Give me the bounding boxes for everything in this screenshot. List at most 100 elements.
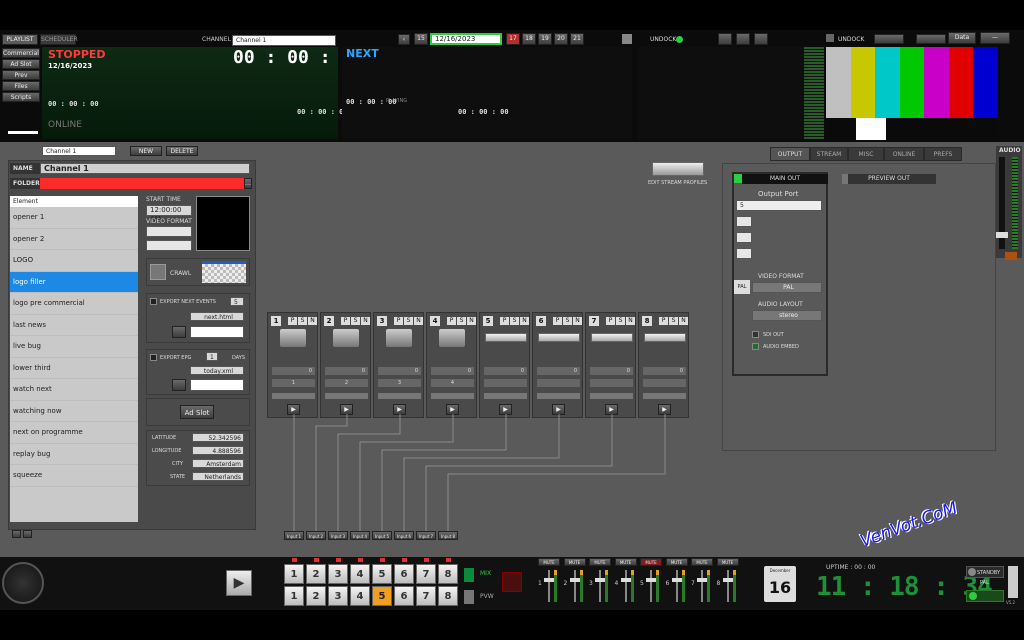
day-button[interactable]: 17 bbox=[506, 33, 520, 45]
list-item[interactable]: opener 1 bbox=[10, 207, 138, 229]
tab-scheduler[interactable]: SCHEDULER bbox=[40, 34, 78, 45]
input-label[interactable]: Input 7 bbox=[416, 531, 436, 540]
slot-pin-button[interactable]: P bbox=[447, 317, 456, 325]
slot-pin-button[interactable]: P bbox=[288, 317, 297, 325]
slot-pin-button[interactable]: N bbox=[361, 317, 370, 325]
program-key[interactable]: 6 bbox=[394, 564, 414, 584]
tab-online[interactable]: ONLINE bbox=[884, 147, 924, 161]
slot-select[interactable] bbox=[378, 393, 421, 399]
program-key[interactable]: 2 bbox=[306, 564, 326, 584]
slot-value[interactable]: 0 bbox=[590, 367, 633, 375]
toggle-button[interactable] bbox=[874, 34, 904, 44]
slot-value[interactable] bbox=[643, 379, 686, 387]
slot-pin-button[interactable]: N bbox=[308, 317, 317, 325]
slot-value[interactable]: 0 bbox=[272, 367, 315, 375]
mute-button[interactable]: MUTE bbox=[563, 558, 586, 566]
ad-slot-button[interactable]: Ad Slot bbox=[180, 405, 214, 419]
fader-handle[interactable] bbox=[671, 578, 682, 582]
mute-button[interactable]: MUTE bbox=[665, 558, 688, 566]
server-icon[interactable] bbox=[652, 162, 704, 176]
preview-key[interactable]: 1 bbox=[284, 586, 304, 606]
input-label[interactable]: Input 2 bbox=[306, 531, 326, 540]
tab-prefs[interactable]: PREFS bbox=[924, 147, 962, 161]
slot-value[interactable] bbox=[484, 379, 527, 387]
sdi-out-checkbox[interactable] bbox=[752, 331, 759, 338]
undock-label-2[interactable]: UNDOCK bbox=[838, 36, 864, 43]
preview-key[interactable]: 8 bbox=[438, 586, 458, 606]
program-key[interactable]: 3 bbox=[328, 564, 348, 584]
folder-browse-button[interactable]: … bbox=[244, 178, 252, 189]
slot-pin-button[interactable]: S bbox=[510, 317, 519, 325]
tab-output[interactable]: OUTPUT bbox=[770, 147, 810, 161]
list-item[interactable]: live bug bbox=[10, 336, 138, 358]
slot-pin-button[interactable]: P bbox=[659, 317, 668, 325]
mute-button[interactable]: MUTE bbox=[589, 558, 611, 566]
preview-key[interactable]: 2 bbox=[306, 586, 326, 606]
minimize-icon[interactable]: — bbox=[980, 32, 1010, 44]
program-key[interactable]: 1 bbox=[284, 564, 304, 584]
fader-handle[interactable] bbox=[595, 578, 605, 582]
slot-pin-button[interactable]: S bbox=[563, 317, 572, 325]
day-button[interactable]: 15 bbox=[414, 33, 428, 45]
fader-handle[interactable] bbox=[697, 578, 707, 582]
toggle-button[interactable] bbox=[916, 34, 946, 44]
menu-item[interactable]: Scripts bbox=[2, 92, 40, 102]
port-option-select[interactable] bbox=[736, 248, 752, 259]
tab-playlist[interactable]: PLAYLIST bbox=[2, 34, 38, 45]
video-format-select[interactable] bbox=[146, 226, 192, 237]
mute-button[interactable]: MUTE bbox=[691, 558, 713, 566]
video-format-select-2[interactable] bbox=[146, 240, 192, 251]
play-button[interactable]: ▶ bbox=[226, 570, 252, 596]
slot-pin-button[interactable]: N bbox=[467, 317, 476, 325]
fader-handle[interactable] bbox=[722, 578, 733, 582]
day-button[interactable]: 18 bbox=[522, 33, 536, 45]
data-button[interactable]: Data bbox=[948, 32, 976, 44]
slot-value[interactable]: 0 bbox=[537, 367, 580, 375]
menu-item[interactable]: Ad Slot bbox=[2, 59, 40, 69]
program-key[interactable]: 4 bbox=[350, 564, 370, 584]
slot-value[interactable] bbox=[590, 379, 633, 387]
slot-pin-button[interactable]: S bbox=[669, 317, 678, 325]
menu-item[interactable]: Files bbox=[2, 81, 40, 91]
mix-label[interactable]: MIX bbox=[480, 570, 491, 577]
list-item[interactable]: watch next bbox=[10, 379, 138, 401]
latitude-input[interactable]: 52.342596 bbox=[192, 433, 244, 442]
day-button[interactable]: 21 bbox=[570, 33, 584, 45]
slot-value[interactable]: 3 bbox=[378, 379, 421, 387]
port-option-select[interactable] bbox=[736, 232, 752, 243]
slot-pin-button[interactable]: P bbox=[606, 317, 615, 325]
slot-pin-button[interactable]: N bbox=[679, 317, 688, 325]
export-epg-path[interactable] bbox=[190, 379, 244, 391]
slot-pin-button[interactable]: N bbox=[414, 317, 423, 325]
fader-handle[interactable] bbox=[569, 578, 580, 582]
start-time-input[interactable]: 12:00:00 AM bbox=[146, 205, 192, 223]
channel-select-2[interactable]: Channel 1 bbox=[42, 146, 116, 156]
video-format-out-select[interactable]: PAL bbox=[752, 282, 822, 293]
list-item[interactable]: next on programme bbox=[10, 422, 138, 444]
slot-select[interactable] bbox=[643, 393, 686, 399]
input-label[interactable]: Input 4 bbox=[350, 531, 370, 540]
list-item[interactable]: last news bbox=[10, 315, 138, 336]
program-key[interactable]: 5 bbox=[372, 564, 392, 584]
slot-value[interactable]: 1 bbox=[272, 379, 315, 387]
export-next-checkbox[interactable] bbox=[150, 298, 157, 305]
fader-handle[interactable] bbox=[646, 578, 656, 582]
input-label[interactable]: Input 5 bbox=[372, 531, 392, 540]
slot-select[interactable] bbox=[484, 393, 527, 399]
program-key[interactable]: 7 bbox=[416, 564, 436, 584]
fader-handle[interactable] bbox=[544, 578, 554, 582]
preview-out-button[interactable]: PREVIEW OUT bbox=[842, 174, 936, 184]
slot-value[interactable] bbox=[537, 379, 580, 387]
export-next-file[interactable]: next.html bbox=[190, 312, 244, 321]
export-next-count[interactable]: 5 bbox=[230, 297, 244, 306]
list-item[interactable]: opener 2 bbox=[10, 229, 138, 250]
menu-item[interactable]: Prev bbox=[2, 70, 40, 80]
record-dial[interactable] bbox=[2, 562, 44, 604]
folder-icon[interactable] bbox=[172, 379, 186, 391]
slot-pin-button[interactable]: N bbox=[520, 317, 529, 325]
slot-pin-button[interactable]: P bbox=[394, 317, 403, 325]
pvw-label[interactable]: PVW bbox=[480, 593, 494, 600]
audio-embed-checkbox[interactable] bbox=[752, 343, 759, 350]
slot-pin-button[interactable]: S bbox=[404, 317, 413, 325]
preview-key[interactable]: 6 bbox=[394, 586, 414, 606]
